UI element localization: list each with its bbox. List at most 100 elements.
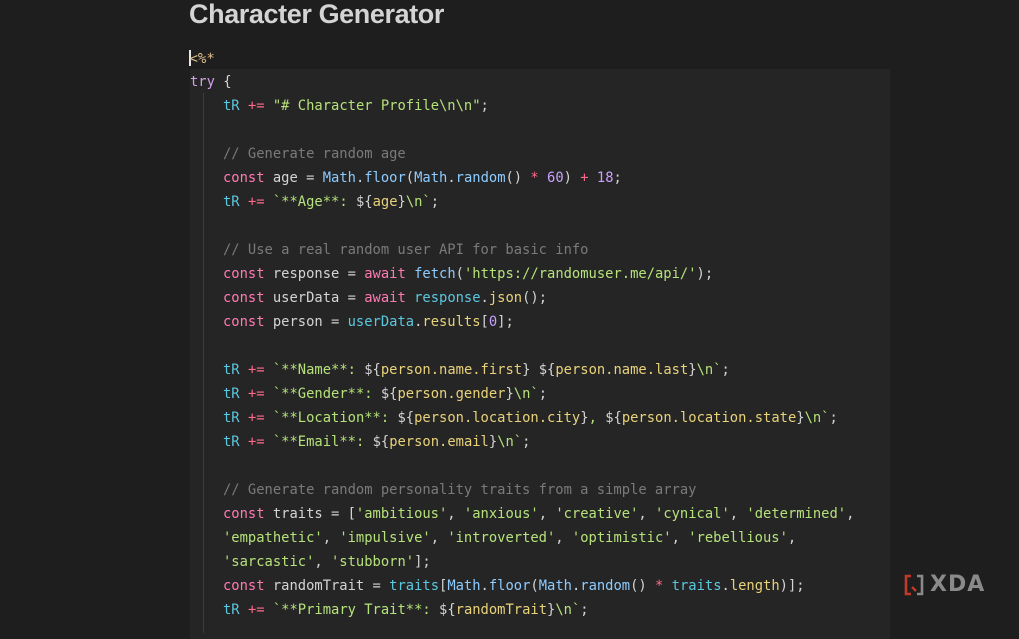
code-token: +: [580, 170, 589, 186]
code-token: }: [580, 410, 589, 426]
code-line[interactable]: const randomTrait = traits[Math.floor(Ma…: [190, 574, 854, 598]
code-token: +=: [247, 602, 265, 618]
code-token: `**Email**:: [272, 434, 373, 450]
code-token: const: [223, 506, 265, 522]
code-token: "# Character Profile\n\n": [272, 98, 481, 114]
code-token: (: [455, 266, 464, 282]
code-token: ];: [414, 554, 431, 570]
code-token: floor: [364, 170, 406, 186]
blank-code-line[interactable]: [190, 118, 854, 142]
code-token: `**Age**:: [272, 194, 356, 210]
code-line[interactable]: tR += `**Primary Trait**: ${randomTrait}…: [190, 598, 854, 622]
code-token: ,: [555, 530, 572, 546]
code-line[interactable]: // Generate random personality traits fr…: [190, 478, 854, 502]
code-line[interactable]: const person = userData.results[0];: [190, 310, 854, 334]
code-token: age =: [264, 170, 323, 186]
code-token: person =: [264, 314, 348, 330]
code-token: person.location.state: [621, 410, 797, 426]
code-token: try: [190, 74, 215, 90]
code-line[interactable]: const response = await fetch('https://ra…: [190, 262, 854, 286]
blank-code-line[interactable]: [190, 334, 854, 358]
code-token: // Use a real random user API for basic …: [223, 242, 589, 258]
code-token: person.location.city: [414, 410, 581, 426]
code-token: {: [214, 74, 232, 90]
code-token: (: [530, 578, 539, 594]
code-token: traits = [: [264, 506, 356, 522]
code-token: 'stubborn': [331, 554, 415, 570]
code-token: +=: [247, 98, 265, 114]
code-token: ,: [729, 506, 747, 522]
code-token: }: [397, 194, 406, 210]
code-token: tR: [223, 434, 240, 450]
code-token: 'sarcastic': [223, 554, 315, 570]
code-token: )];: [779, 578, 805, 594]
blank-code-line[interactable]: [190, 214, 854, 238]
code-token: 'determined': [746, 506, 847, 522]
templater-tag: <%*: [189, 51, 215, 67]
code-line[interactable]: const traits = ['ambitious', 'anxious', …: [190, 502, 854, 526]
code-token: person.gender: [397, 386, 506, 402]
code-token: ${: [439, 602, 456, 618]
code-token: userData =: [264, 290, 365, 306]
code-line[interactable]: const userData = await response.json();: [190, 286, 854, 310]
code-line[interactable]: 'sarcastic', 'stubborn'];: [190, 550, 854, 574]
code-token: +=: [247, 362, 265, 378]
code-line[interactable]: tR += `**Location**: ${person.location.c…: [190, 406, 854, 430]
code-token: length: [729, 578, 780, 594]
code-token: }: [505, 386, 514, 402]
code-token: random: [455, 170, 506, 186]
code-token: \n`: [513, 386, 539, 402]
code-line[interactable]: tR += `**Age**: ${age}\n`;: [190, 190, 854, 214]
code-token: 'introverted': [447, 530, 556, 546]
code-token: Math: [414, 170, 448, 186]
code-token: ;: [829, 410, 838, 426]
blank-code-line[interactable]: [190, 454, 854, 478]
code-line[interactable]: tR += "# Character Profile\n\n";: [190, 94, 854, 118]
xda-wordmark: XDA: [930, 572, 986, 597]
code-token: floor: [488, 578, 531, 594]
code-editor[interactable]: try {tR += "# Character Profile\n\n"; //…: [190, 70, 854, 622]
code-token: person.email: [389, 434, 489, 450]
code-token: 'optimistic': [571, 530, 672, 546]
code-token: +=: [247, 410, 265, 426]
code-line[interactable]: tR += `**Name**: ${person.name.first} ${…: [190, 358, 854, 382]
page-title: Character Generator: [189, 0, 445, 29]
code-token: 'cynical': [655, 506, 730, 522]
code-token: ): [563, 170, 581, 186]
code-token: 'https://randomuser.me/api/': [463, 266, 697, 282]
code-token: ${: [605, 410, 622, 426]
code-line[interactable]: // Generate random age: [190, 142, 854, 166]
templater-opener[interactable]: <%*: [189, 49, 215, 69]
code-token: traits: [389, 578, 439, 594]
code-line[interactable]: tR += `**Email**: ${person.email}\n`;: [190, 430, 854, 454]
code-token: await: [364, 290, 406, 306]
code-token: random: [580, 578, 631, 594]
code-line[interactable]: try {: [190, 70, 854, 94]
code-token: Math: [447, 578, 481, 594]
code-token: 60: [547, 170, 564, 186]
code-token: const: [223, 266, 265, 282]
code-token: Math: [322, 170, 356, 186]
code-token: ;: [613, 170, 622, 186]
code-token: (): [505, 170, 531, 186]
code-token: \n`: [555, 602, 581, 618]
xda-watermark: XDA: [903, 572, 999, 598]
code-token: }: [796, 410, 805, 426]
code-token: // Generate random personality traits fr…: [223, 482, 697, 498]
code-line[interactable]: tR += `**Gender**: ${person.gender}\n`;: [190, 382, 854, 406]
code-token: ,: [538, 506, 556, 522]
code-token: ,: [447, 506, 464, 522]
code-line[interactable]: 'empathetic', 'impulsive', 'introverted'…: [190, 526, 854, 550]
code-line[interactable]: // Use a real random user API for basic …: [190, 238, 854, 262]
code-token: ;: [522, 434, 531, 450]
code-token: ;: [480, 98, 489, 114]
code-token: traits: [671, 578, 722, 594]
code-line[interactable]: const age = Math.floor(Math.random() * 6…: [190, 166, 854, 190]
